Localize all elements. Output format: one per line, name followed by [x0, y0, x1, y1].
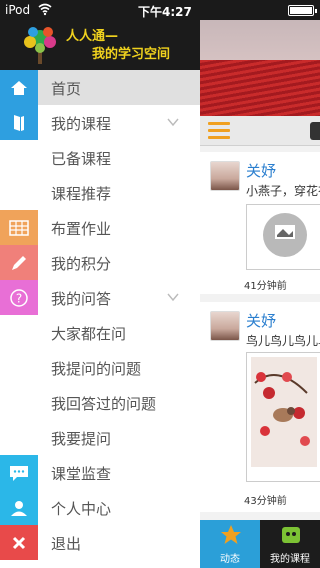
drawer-menu: 首页 我的课程 已备课程 课程推荐 布置作业 我的积分 ? 我的问答 大家都在问… — [0, 70, 200, 560]
menu-item-label: 课堂监查 — [51, 465, 112, 483]
svg-text:?: ? — [16, 291, 22, 305]
drawer-title-line1: 人人通— — [66, 29, 119, 44]
post-text: 鸟儿鸟儿鸟儿鸟 — [246, 334, 320, 348]
menu-item-label: 已备课程 — [51, 150, 112, 168]
side-drawer: 人人通— 我的学习空间 首页 我的课程 已备课程 课程推荐 布置作业 我的积分 … — [0, 20, 200, 568]
post-author[interactable]: 关妤 — [246, 160, 276, 181]
chat-icon — [0, 455, 38, 490]
tab-label: 我的课程 — [270, 554, 310, 565]
post-timestamp: 43分钟前 — [244, 496, 287, 507]
menu-item-label: 布置作业 — [51, 220, 112, 238]
banner-image — [200, 20, 320, 116]
book-icon — [0, 105, 38, 140]
menu-item-label: 个人中心 — [51, 500, 112, 518]
pencil-icon — [0, 245, 38, 280]
menu-item-label: 课程推荐 — [51, 185, 112, 203]
menu-item-label: 首页 — [51, 80, 82, 98]
clock: 下午4:27 — [138, 5, 192, 19]
status-bar: iPod 下午4:27 — [0, 0, 320, 20]
tab-bar: 动态 我的课程 — [200, 520, 320, 568]
menu-item-my-courses[interactable]: 我的课程 — [0, 105, 200, 140]
content-toolbar — [200, 116, 320, 146]
courses-icon — [282, 527, 300, 543]
drawer-header: 人人通— 我的学习空间 — [0, 20, 200, 70]
tab-feed[interactable]: 动态 — [200, 520, 260, 568]
menu-item-label: 退出 — [51, 535, 82, 553]
menu-item-logout[interactable]: 退出 — [0, 525, 200, 560]
menu-item-my-qa[interactable]: ? 我的问答 — [0, 280, 200, 315]
question-icon: ? — [0, 280, 38, 315]
menu-item-label: 我的课程 — [51, 115, 112, 133]
menu-item-class-monitor[interactable]: 课堂监查 — [0, 455, 200, 490]
menu-item-home[interactable]: 首页 — [0, 70, 200, 105]
feed-post[interactable]: 关妤 小燕子，穿花衣 41分钟前 — [200, 152, 320, 294]
menu-item-course-recommend[interactable]: 课程推荐 — [0, 175, 200, 210]
close-icon — [0, 525, 38, 560]
wifi-icon — [38, 3, 52, 16]
chevron-down-icon — [167, 293, 179, 302]
menu-item-label: 我的积分 — [51, 255, 112, 273]
menu-toggle-icon[interactable] — [208, 122, 230, 140]
tab-my-courses[interactable]: 我的课程 — [260, 520, 320, 568]
carrier-label: iPod — [5, 3, 31, 17]
avatar[interactable] — [210, 311, 240, 341]
star-icon — [221, 525, 241, 544]
toolbar-button[interactable] — [310, 122, 320, 140]
main-content: 关妤 小燕子，穿花衣 41分钟前 关妤 鸟儿鸟儿鸟儿鸟 — [200, 20, 320, 568]
person-icon — [0, 490, 38, 525]
post-image[interactable] — [246, 204, 320, 270]
menu-item-my-answers[interactable]: 我回答过的问题 — [0, 385, 200, 420]
menu-item-label: 我的问答 — [51, 290, 112, 308]
tab-label: 动态 — [220, 554, 240, 565]
menu-item-assign-homework[interactable]: 布置作业 — [0, 210, 200, 245]
menu-item-label: 大家都在问 — [51, 325, 127, 343]
post-text: 小燕子，穿花衣 — [246, 184, 320, 198]
home-icon — [0, 70, 38, 105]
post-author[interactable]: 关妤 — [246, 310, 276, 331]
grid-icon — [0, 210, 38, 245]
post-timestamp: 41分钟前 — [244, 281, 287, 292]
tree-logo-icon — [24, 27, 56, 64]
menu-item-my-points[interactable]: 我的积分 — [0, 245, 200, 280]
menu-item-ask-question[interactable]: 我要提问 — [0, 420, 200, 455]
menu-item-my-questions[interactable]: 我提问的问题 — [0, 350, 200, 385]
menu-item-prepared-courses[interactable]: 已备课程 — [0, 140, 200, 175]
drawer-title-line2: 我的学习空间 — [92, 47, 171, 62]
menu-item-label: 我回答过的问题 — [51, 395, 157, 413]
battery-icon — [288, 5, 317, 16]
menu-item-label: 我提问的问题 — [51, 360, 142, 378]
avatar[interactable] — [210, 161, 240, 191]
chevron-down-icon — [167, 118, 179, 127]
post-image[interactable] — [246, 352, 320, 482]
menu-item-personal-center[interactable]: 个人中心 — [0, 490, 200, 525]
menu-item-label: 我要提问 — [51, 430, 112, 448]
menu-item-everyone-asking[interactable]: 大家都在问 — [0, 315, 200, 350]
feed-post[interactable]: 关妤 鸟儿鸟儿鸟儿鸟 43分钟前 — [200, 302, 320, 512]
